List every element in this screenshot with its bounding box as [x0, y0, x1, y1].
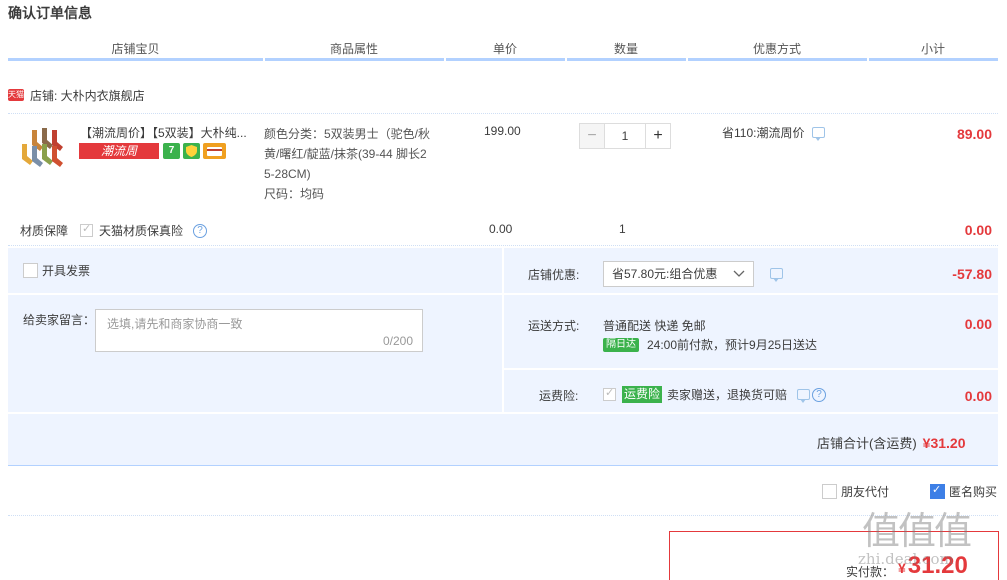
chevron-down-icon [733, 262, 745, 286]
help-icon[interactable]: ? [193, 223, 208, 238]
header-separator [686, 58, 688, 61]
insurance-checkbox[interactable] [603, 386, 616, 401]
shipping-label: 运送方式: [528, 319, 580, 333]
shop-total: 店铺合计(含运费) ¥31.20 [817, 433, 966, 452]
insurance-label: 运费险: [539, 389, 579, 403]
divider [8, 465, 998, 466]
warranty-label: 材质保障 [20, 224, 69, 238]
seven-day-return-icon: 7 [163, 143, 180, 159]
friend-pay-label: 朋友代付 [841, 485, 890, 499]
shop-discount-label: 店铺优惠: [528, 268, 580, 282]
product-image[interactable] [18, 126, 68, 170]
divider [8, 245, 998, 246]
shop-discount-select[interactable]: 省57.80元:组合优惠 [603, 261, 754, 287]
message-icon[interactable] [812, 127, 826, 141]
watermark-logo: 值值值 [862, 509, 972, 553]
anonymous-checkbox[interactable] [930, 483, 945, 499]
divider [8, 515, 998, 516]
unit-price: 199.00 [484, 124, 521, 138]
header-separator [565, 58, 567, 61]
insurance-amount: 0.00 [964, 388, 992, 404]
delivery-estimate: 隔日达 24:00前付款，预计9月25日送达 [603, 336, 817, 353]
header-separator [263, 58, 265, 61]
shipping-method: 普通配送 快递 免邮 [603, 319, 706, 333]
shop-row: 天猫 店铺: 大朴内衣旗舰店 [8, 86, 145, 104]
friend-pay-checkbox[interactable] [822, 484, 837, 499]
invoice-checkbox[interactable] [23, 263, 38, 278]
tmall-icon: 天猫 [8, 89, 24, 101]
help-icon[interactable]: ? [812, 387, 827, 402]
header-quantity: 数量 [613, 42, 638, 56]
warranty-subtotal: 0.00 [964, 222, 992, 238]
divider [8, 113, 998, 114]
shop-discount-amount: -57.80 [952, 266, 992, 282]
header-discount: 优惠方式 [752, 42, 801, 56]
header-unit-price: 单价 [492, 42, 517, 56]
message-icon[interactable] [797, 389, 811, 403]
header-separator [867, 58, 869, 61]
header-attributes: 商品属性 [329, 42, 378, 56]
invoice-option[interactable]: 开具发票 [23, 262, 90, 279]
attr-color-cont2: 5-28CM) [264, 167, 311, 181]
warranty-option: 天猫材质保真险 [99, 224, 184, 238]
panel-divider [504, 293, 998, 295]
next-day-badge: 隔日达 [603, 337, 639, 352]
watermark-url: zhi.deal.com [858, 550, 954, 568]
attr-color-cont: 黄/曙红/靛蓝/抹茶(39-44 脚长2 [264, 147, 427, 161]
attr-size: 尺码：均码 [264, 187, 325, 201]
qty-input[interactable]: 1 [605, 123, 645, 149]
header-shop-item: 店铺宝贝 [111, 42, 160, 56]
attr-color: 颜色分类：5双装男士（驼色/秋 [264, 127, 431, 141]
panel-divider [504, 368, 998, 370]
invoice-label: 开具发票 [42, 264, 91, 278]
delivery-note: 24:00前付款，预计9月25日送达 [647, 338, 818, 352]
page-title: 确认订单信息 [8, 5, 92, 21]
message-label: 给卖家留言： [23, 313, 96, 327]
item-subtotal: 89.00 [956, 126, 992, 142]
warranty-checkbox[interactable] [80, 222, 94, 237]
panel-divider [8, 412, 998, 414]
guarantee-icon [183, 143, 200, 159]
header-subtotal: 小计 [920, 42, 945, 56]
shop-total-amount: ¥31.20 [922, 435, 966, 451]
insurance-tag: 运费险 [622, 386, 663, 403]
product-title[interactable]: 【潮流周价】【5双装】大朴纯... [80, 124, 260, 141]
header-separator [444, 58, 446, 61]
qty-plus-button[interactable]: + [645, 123, 671, 149]
credit-card-icon [203, 143, 226, 159]
insurance-text: 卖家赠送，退换货可赔 [667, 388, 788, 402]
shop-discount-value: 省57.80元:组合优惠 [612, 267, 718, 281]
message-icon[interactable] [770, 268, 783, 282]
panel-divider [8, 293, 502, 295]
message-placeholder: 选填,请先和商家协商一致 [107, 317, 243, 331]
quantity-stepper: − 1 + [579, 123, 671, 149]
product-attributes: 颜色分类：5双装男士（驼色/秋 黄/曙红/靛蓝/抹茶(39-44 脚长2 5-2… [264, 124, 444, 204]
discount-method: 省110:潮流周价 [722, 124, 826, 141]
message-textarea[interactable]: 选填,请先和商家协商一致 0/200 [95, 309, 423, 352]
warranty-qty: 1 [619, 222, 626, 236]
insurance-row: 运费险 卖家赠送，退换货可赔 ? [603, 386, 827, 403]
qty-minus-button[interactable]: − [579, 123, 605, 149]
shop-total-label: 店铺合计(含运费) [817, 436, 917, 451]
discount-text: 省110:潮流周价 [722, 126, 805, 140]
anonymous-label: 匿名购买 [949, 485, 998, 499]
panel-divider [502, 248, 504, 413]
header-underline [8, 58, 998, 61]
warranty-price: 0.00 [489, 222, 513, 236]
friend-pay-option[interactable]: 朋友代付 [822, 483, 889, 500]
shop-name[interactable]: 店铺: 大朴内衣旗舰店 [30, 87, 145, 104]
warranty-row: 材质保障 天猫材质保真险 ? [20, 222, 208, 239]
trend-week-tag: 潮流周 [79, 143, 159, 159]
anonymous-option[interactable]: 匿名购买 [930, 483, 997, 500]
message-char-count: 0/200 [382, 334, 413, 348]
shipping-amount: 0.00 [964, 316, 992, 332]
